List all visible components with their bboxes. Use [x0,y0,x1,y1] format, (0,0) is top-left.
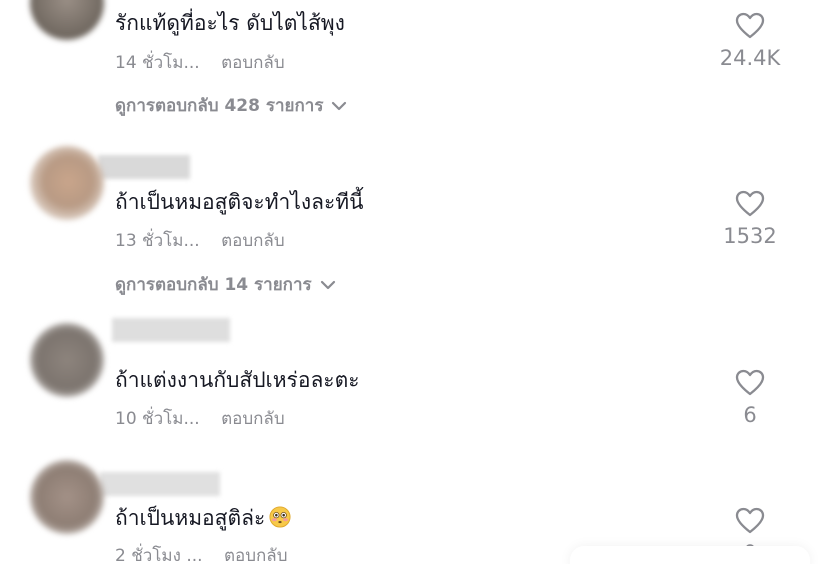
bottom-overlay [570,546,810,564]
view-replies-button[interactable]: ดูการตอบกลับ 428 รายการ [115,95,347,117]
reply-button[interactable]: ตอบกลับ [221,53,285,73]
like-count: 1532 [723,224,777,248]
flushed-face-emoji [269,506,291,528]
view-replies-button[interactable]: ดูการตอบกลับ 14 รายการ [115,274,336,296]
comment-meta: 13 ชั่วโม... ตอบกลับ [115,230,285,252]
avatar[interactable] [30,0,104,40]
chevron-down-icon [320,280,335,290]
comment-time: 13 ชั่วโม... [115,231,200,251]
username-redacted [98,155,190,179]
comment-time: 10 ชั่วโม... [115,409,200,429]
heart-outline-icon[interactable] [735,507,765,534]
comment-list: รักแท้ดูที่อะไร ดับไตไส้พุง 14 ชั่วโม...… [0,0,819,564]
username-redacted [100,472,220,496]
comment-time: 14 ชั่วโม... [115,53,200,73]
like-group: 1532 [700,190,800,249]
view-replies-label: ดูการตอบกลับ 14 รายการ [115,275,312,295]
comment-text-label: ถ้าเป็นหมอสูติล่ะ [115,506,266,530]
view-replies-label: ดูการตอบกลับ 428 รายการ [115,96,324,116]
avatar[interactable] [30,460,104,534]
comment-text: ถ้าเป็นหมอสูติจะทำไงละทีนี้ [115,190,364,214]
like-count: 24.4K [719,46,781,70]
comment-meta: 14 ชั่วโม... ตอบกลับ [115,52,285,74]
avatar[interactable] [30,146,104,220]
reply-button[interactable]: ตอบกลับ [221,409,285,429]
avatar[interactable] [30,323,104,397]
reply-button[interactable]: ตอบกลับ [221,231,285,251]
like-group: 24.4K [700,12,800,71]
heart-outline-icon[interactable] [735,12,765,39]
comment-text: ถ้าเป็นหมอสูติล่ะ [115,505,291,531]
reply-button[interactable]: ตอบกลับ [224,546,288,564]
like-count: 6 [743,403,757,427]
comment-meta: 2 ชั่วโมง ... ตอบกลับ [115,545,288,564]
comment-text: รักแท้ดูที่อะไร ดับไตไส้พุง [115,11,345,35]
comment-time: 2 ชั่วโมง ... [115,546,203,564]
heart-outline-icon[interactable] [735,190,765,217]
chevron-down-icon [332,101,347,111]
comment-text: ถ้าแต่งงานกับสัปเหร่อละตะ [115,368,360,392]
username-redacted [112,318,230,342]
like-group: 6 [700,369,800,428]
comment-meta: 10 ชั่วโม... ตอบกลับ [115,408,285,430]
heart-outline-icon[interactable] [735,369,765,396]
